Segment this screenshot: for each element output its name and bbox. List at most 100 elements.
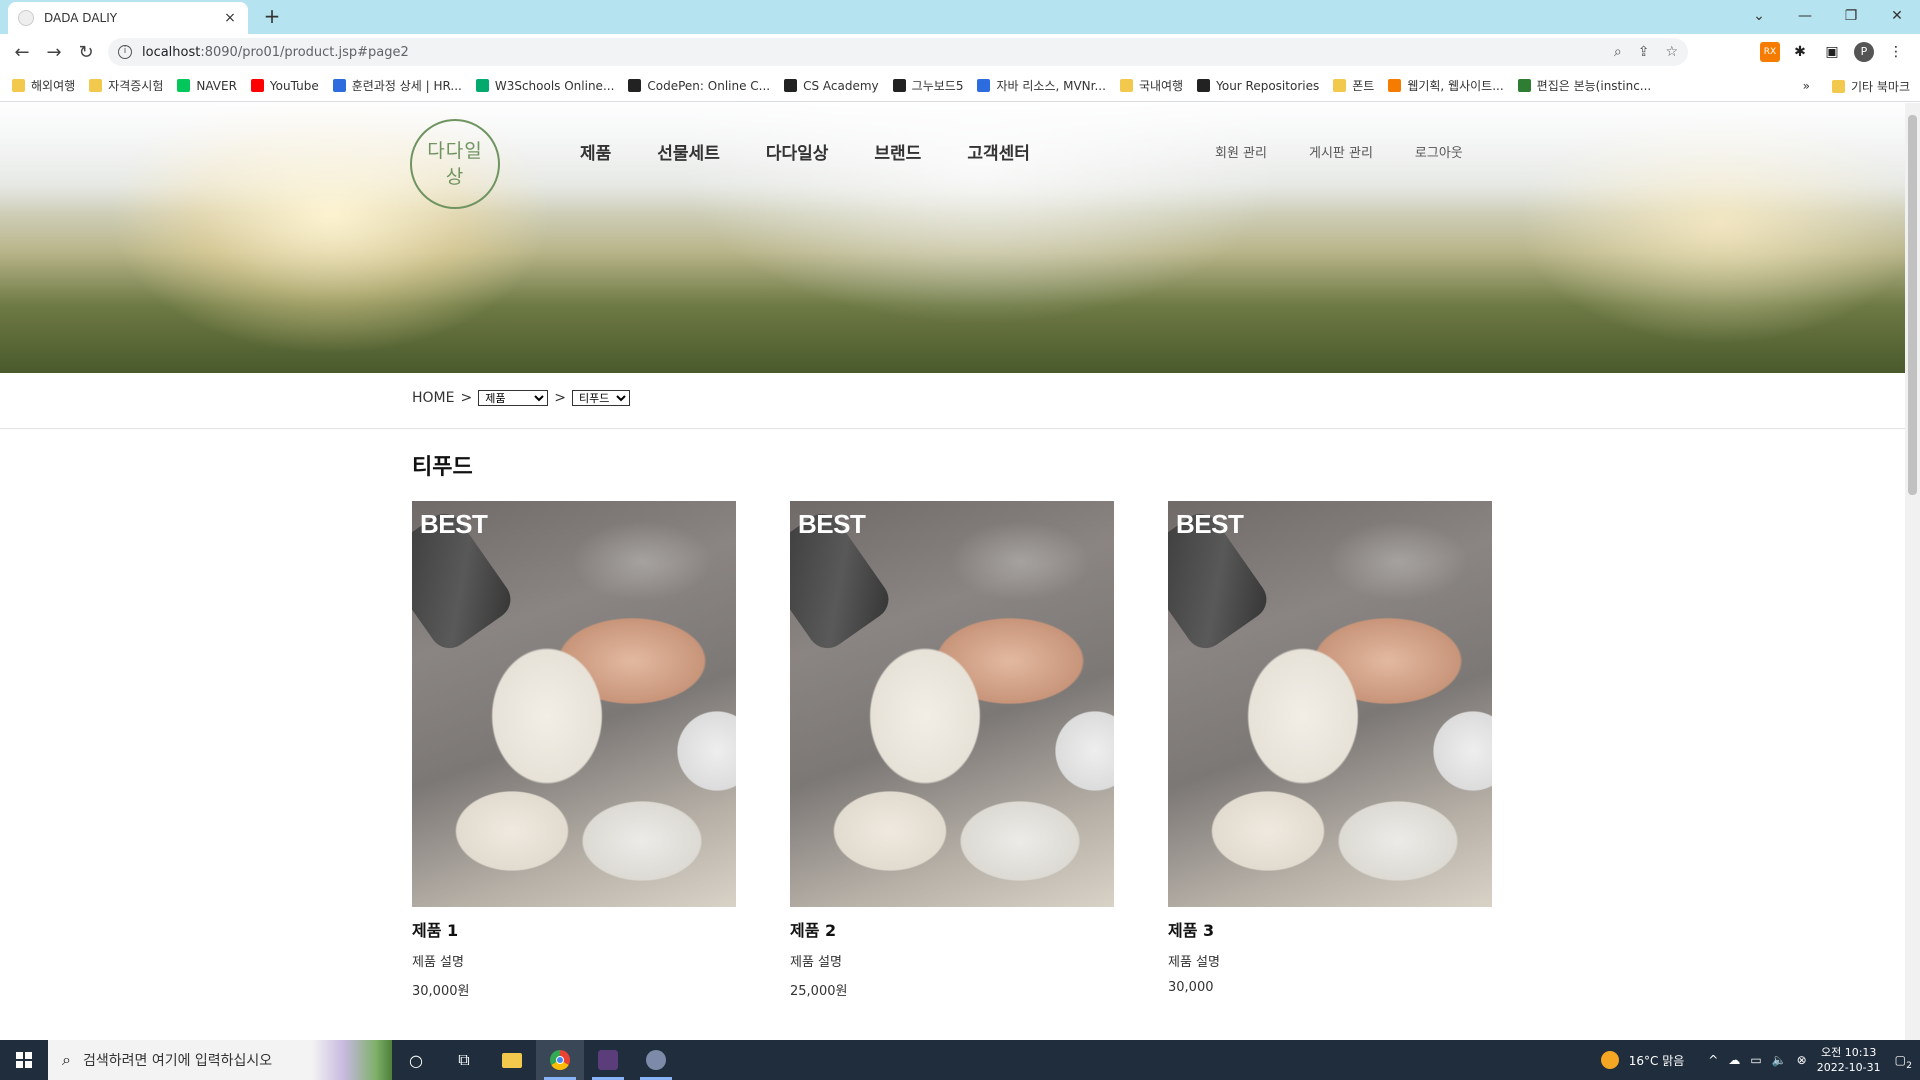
- app-icon[interactable]: [584, 1040, 632, 1080]
- bookmark-icon: [250, 79, 264, 92]
- breadcrumb-separator: >: [554, 390, 566, 406]
- page-scrollbar[interactable]: [1905, 103, 1920, 1040]
- eclipse-icon[interactable]: [632, 1040, 680, 1080]
- nav-item-brand[interactable]: 브랜드: [874, 139, 921, 164]
- share-icon[interactable]: ⇪: [1638, 44, 1650, 60]
- browser-tab[interactable]: DADA DALIY ×: [8, 2, 248, 34]
- product-description: 제품 설명: [1168, 955, 1220, 970]
- board-management-link[interactable]: 게시판 관리: [1309, 142, 1373, 161]
- nav-item-gift-sets[interactable]: 선물세트: [657, 139, 720, 164]
- cortana-icon[interactable]: ○: [392, 1040, 440, 1080]
- file-explorer-icon[interactable]: [488, 1040, 536, 1080]
- category-select[interactable]: 제품: [478, 390, 549, 406]
- logout-link[interactable]: 로그아웃: [1415, 142, 1463, 161]
- bookmark-item[interactable]: YouTube: [250, 78, 319, 93]
- bookmark-icon: [892, 79, 906, 92]
- product-card[interactable]: BEST 제품 2 제품 설명 25,000원: [790, 501, 1114, 999]
- product-name[interactable]: 제품 3: [1168, 917, 1492, 941]
- product-card[interactable]: BEST 제품 1 제품 설명 30,000원: [412, 501, 736, 999]
- breadcrumb-separator: >: [460, 390, 473, 406]
- volume-muted-icon[interactable]: 🔈: [1772, 1053, 1787, 1067]
- menu-kebab-icon[interactable]: ⋮: [1886, 42, 1906, 62]
- restore-button[interactable]: ❐: [1828, 4, 1874, 28]
- weather-text[interactable]: 16°C 맑음: [1629, 1052, 1685, 1069]
- zoom-icon[interactable]: ⌕: [1614, 44, 1622, 60]
- back-arrow-icon[interactable]: ←: [6, 42, 38, 63]
- scrollbar-thumb[interactable]: [1908, 115, 1917, 495]
- forward-arrow-icon[interactable]: →: [38, 42, 70, 63]
- bookmark-item[interactable]: Your Repositories: [1197, 79, 1319, 93]
- reload-icon[interactable]: ↻: [70, 42, 102, 63]
- bookmark-item[interactable]: 자격증시험: [89, 77, 163, 94]
- page-viewport: 다다일상 제품 선물세트 다다일상 브랜드 고객센터 회원 관리 게시판 관리 …: [0, 103, 1905, 1040]
- taskbar-search-box[interactable]: ⌕ 검색하려면 여기에 입력하십시오: [48, 1040, 392, 1080]
- clock[interactable]: 오전 10:13 2022-10-31: [1817, 1045, 1881, 1075]
- windows-taskbar: ⌕ 검색하려면 여기에 입력하십시오 ○ ⧉ 16°C 맑음 ^ ☁ ▭ 🔈 ⊗…: [0, 1040, 1920, 1080]
- onedrive-icon[interactable]: ☁: [1728, 1053, 1740, 1067]
- chevron-up-icon[interactable]: ^: [1708, 1053, 1718, 1067]
- bookmark-item[interactable]: 훈련과정 상세 | HR...: [332, 77, 462, 94]
- bookmark-item[interactable]: 폰트: [1333, 77, 1374, 94]
- member-management-link[interactable]: 회원 관리: [1215, 142, 1267, 161]
- bookmarks-bar: 해외여행 자격증시험 NAVER YouTube 훈련과정 상세 | HR... W3Sc…: [0, 70, 1920, 102]
- close-window-button[interactable]: ✕: [1874, 4, 1920, 28]
- extensions-puzzle-icon[interactable]: ✱: [1790, 42, 1810, 62]
- status-x-icon[interactable]: ⊗: [1797, 1053, 1807, 1067]
- bookmark-item[interactable]: W3Schools Online...: [475, 78, 615, 93]
- bookmark-label: 해외여행: [31, 79, 76, 93]
- taskbar-search-placeholder: 검색하려면 여기에 입력하십시오: [82, 1053, 273, 1069]
- folder-icon: [1831, 79, 1845, 93]
- url-text[interactable]: localhost:8090/pro01/product.jsp#page2: [142, 45, 1598, 60]
- profile-avatar[interactable]: P: [1854, 42, 1874, 62]
- bookmark-item[interactable]: CS Academy: [784, 79, 879, 93]
- bookmark-label: 그누보드5: [911, 79, 964, 93]
- bookmark-item[interactable]: 해외여행: [12, 77, 75, 94]
- bookmark-label: YouTube: [269, 78, 319, 93]
- bookmark-label: W3Schools Online...: [494, 78, 615, 93]
- bookmark-label: 자격증시험: [108, 79, 164, 93]
- product-image[interactable]: BEST: [412, 501, 736, 907]
- bookmark-item[interactable]: 국내여행: [1119, 77, 1183, 94]
- nav-item-products[interactable]: 제품: [580, 139, 611, 164]
- side-panel-icon[interactable]: ▣: [1822, 42, 1842, 62]
- admin-nav: 회원 관리 게시판 관리 로그아웃: [1215, 142, 1463, 161]
- site-info-icon[interactable]: i: [118, 45, 132, 59]
- site-logo[interactable]: 다다일상: [410, 119, 500, 209]
- bookmark-item[interactable]: 그누보드5: [892, 77, 964, 94]
- bookmark-item[interactable]: 웹기획, 웹사이트...: [1388, 77, 1504, 94]
- nav-item-dada-daily[interactable]: 다다일상: [766, 139, 829, 164]
- product-name[interactable]: 제품 1: [412, 917, 736, 941]
- product-image[interactable]: BEST: [790, 501, 1114, 907]
- start-button[interactable]: [0, 1040, 48, 1080]
- bookmark-item[interactable]: 자바 리소스, MVNr...: [977, 77, 1106, 94]
- address-bar[interactable]: i localhost:8090/pro01/product.jsp#page2…: [108, 38, 1688, 66]
- task-view-icon[interactable]: ⧉: [440, 1040, 488, 1080]
- tab-search-icon[interactable]: ⌄: [1736, 4, 1782, 28]
- minimize-button[interactable]: —: [1782, 4, 1828, 28]
- best-badge: BEST: [420, 509, 488, 539]
- bookmark-item[interactable]: 편집은 본능(instinc...: [1517, 77, 1651, 94]
- nav-item-customer-center[interactable]: 고객센터: [967, 139, 1030, 164]
- tab-close-icon[interactable]: ×: [222, 10, 238, 26]
- subcategory-select[interactable]: 티푸드: [571, 390, 630, 406]
- other-bookmarks-link[interactable]: 기타 북마크: [1851, 78, 1910, 95]
- bookmark-item[interactable]: NAVER: [177, 79, 237, 93]
- network-icon[interactable]: ▭: [1750, 1053, 1761, 1067]
- extension-icon[interactable]: RX: [1760, 42, 1780, 62]
- bookmark-label: 폰트: [1352, 79, 1375, 93]
- weather-sun-icon[interactable]: [1600, 1051, 1619, 1069]
- bookmark-icon: [1333, 79, 1347, 92]
- system-tray: 16°C 맑음 ^ ☁ ▭ 🔈 ⊗ 오전 10:13 2022-10-31 ▢ 2: [1600, 1040, 1920, 1080]
- product-image[interactable]: BEST: [1168, 501, 1492, 907]
- product-price: 25,000원: [790, 984, 848, 999]
- notifications-icon[interactable]: ▢ 2: [1895, 1053, 1912, 1071]
- breadcrumb-home[interactable]: HOME: [412, 390, 454, 406]
- chrome-icon[interactable]: [536, 1040, 584, 1080]
- product-name[interactable]: 제품 2: [790, 917, 1114, 941]
- new-tab-button[interactable]: +: [260, 6, 284, 26]
- bookmark-star-icon[interactable]: ☆: [1665, 44, 1678, 60]
- bookmarks-overflow-icon[interactable]: »: [1803, 79, 1810, 93]
- breadcrumb-divider: [0, 428, 1905, 429]
- bookmark-item[interactable]: CodePen: Online C...: [628, 79, 770, 93]
- product-card[interactable]: BEST 제품 3 제품 설명 30,000: [1168, 501, 1492, 995]
